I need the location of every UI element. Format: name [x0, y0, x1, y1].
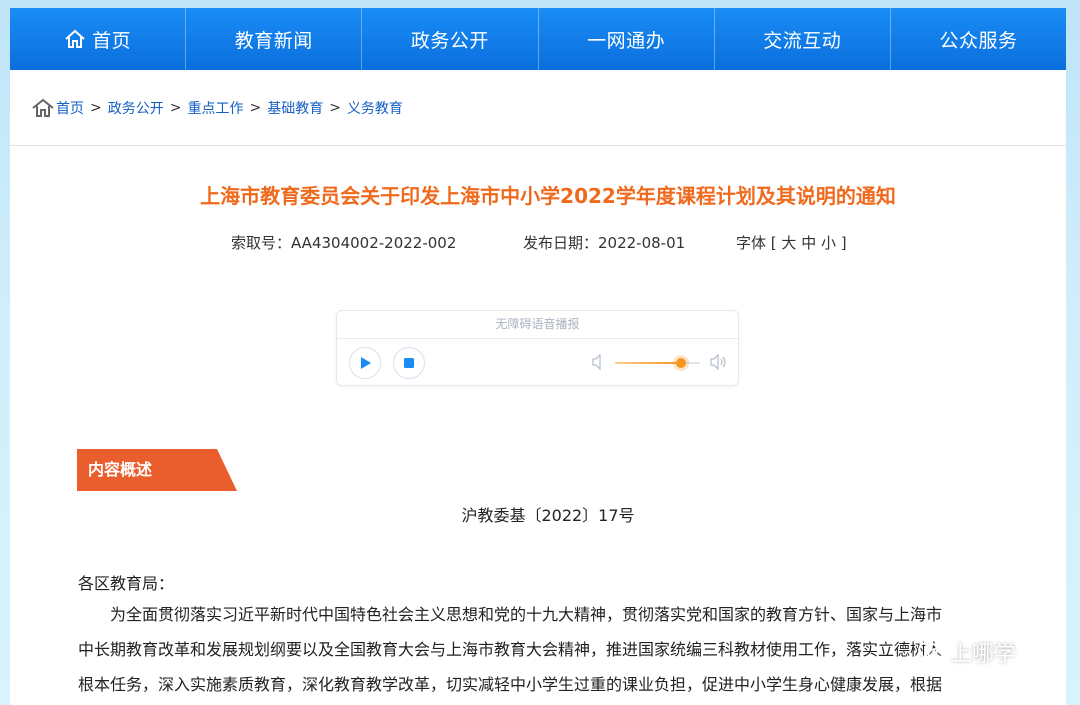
font-small-button[interactable]: 小: [821, 234, 836, 252]
audio-player-label: 无障碍语音播报: [337, 311, 738, 339]
content-card: 首页 > 政务公开 > 重点工作 > 基础教育 > 义务教育 上海市教育委员会关…: [10, 70, 1066, 705]
body-line: 为全面贯彻落实习近平新时代中国特色社会主义思想和党的十九大精神，贯彻落实党和国家…: [110, 605, 943, 624]
nav-item-government-affairs[interactable]: 政务公开: [362, 8, 539, 70]
breadcrumb-compulsory-education[interactable]: 义务教育: [347, 98, 403, 118]
breadcrumb: 首页 > 政务公开 > 重点工作 > 基础教育 > 义务教育: [10, 70, 1066, 146]
breadcrumb-key-work[interactable]: 重点工作: [187, 98, 243, 118]
nav-item-label: 公众服务: [939, 29, 1018, 52]
nav-item-education-news[interactable]: 教育新闻: [186, 8, 363, 70]
volume-slider-handle[interactable]: [676, 358, 687, 368]
breadcrumb-basic-education[interactable]: 基础教育: [267, 98, 323, 118]
play-icon: [358, 356, 372, 370]
index-number: 索取号：AA4304002-2022-002: [231, 234, 457, 252]
font-size-control: 字体 [ 大 中 小 ]: [736, 232, 847, 253]
watermark-text: 上哪学: [950, 642, 1017, 667]
volume-slider-fill: [615, 362, 682, 364]
home-icon: [64, 29, 86, 49]
nav-item-one-stop-service[interactable]: 一网通办: [539, 8, 715, 70]
nav-item-label: 一网通办: [587, 29, 666, 52]
body-line: 中长期教育改革和发展规划纲要以及全国教育大会与上海市教育大会精神，推进国家统编三…: [78, 640, 943, 659]
breadcrumb-home[interactable]: 首页: [56, 98, 84, 118]
main-nav: 首页 教育新闻 政务公开 一网通办 交流互动 公众服务: [10, 8, 1066, 70]
volume-low-icon[interactable]: [591, 354, 605, 370]
breadcrumb-separator: >: [90, 99, 102, 116]
play-button[interactable]: [349, 347, 381, 379]
font-size-label: 字体 [: [736, 234, 777, 252]
breadcrumb-separator: >: [329, 99, 341, 116]
home-icon: [32, 98, 54, 118]
stop-button[interactable]: [393, 347, 425, 379]
section-tag: 内容概述: [77, 449, 237, 491]
nav-item-label: 教育新闻: [234, 29, 313, 52]
document-number: 沪教委基〔2022〕17号: [461, 506, 635, 525]
nav-item-interaction[interactable]: 交流互动: [715, 8, 891, 70]
breadcrumb-separator: >: [249, 99, 262, 116]
publish-date: 发布日期：2022-08-01: [523, 234, 686, 252]
salutation: 各区教育局：: [78, 574, 175, 593]
nav-item-public-service[interactable]: 公众服务: [891, 8, 1066, 70]
body-paragraph: 为全面贯彻落实习近平新时代中国特色社会主义思想和党的十九大精神，贯彻落实党和国家…: [78, 597, 1018, 702]
font-size-label-close: ]: [840, 234, 847, 252]
breadcrumb-government-affairs[interactable]: 政务公开: [108, 98, 164, 118]
nav-item-label: 政务公开: [410, 29, 489, 52]
page-title: 上海市教育委员会关于印发上海市中小学2022学年度课程计划及其说明的通知: [200, 184, 896, 208]
font-large-button[interactable]: 大: [781, 234, 796, 252]
nav-item-label: 交流互动: [763, 29, 842, 52]
volume-high-icon[interactable]: [709, 354, 729, 370]
breadcrumb-separator: >: [169, 99, 182, 116]
volume-slider[interactable]: [615, 358, 700, 368]
nav-item-home[interactable]: 首页: [10, 8, 187, 70]
audio-player: 无障碍语音播报: [336, 310, 739, 386]
font-medium-button[interactable]: 中: [801, 234, 816, 252]
watermark: 上哪学: [918, 636, 1016, 668]
nav-item-label: 首页: [92, 29, 132, 52]
wechat-icon: [918, 641, 944, 663]
stop-icon: [403, 357, 415, 369]
body-line: 根本任务，深入实施素质教育，深化教育教学改革，切实减轻中小学生过重的课业负担，促…: [78, 675, 943, 694]
